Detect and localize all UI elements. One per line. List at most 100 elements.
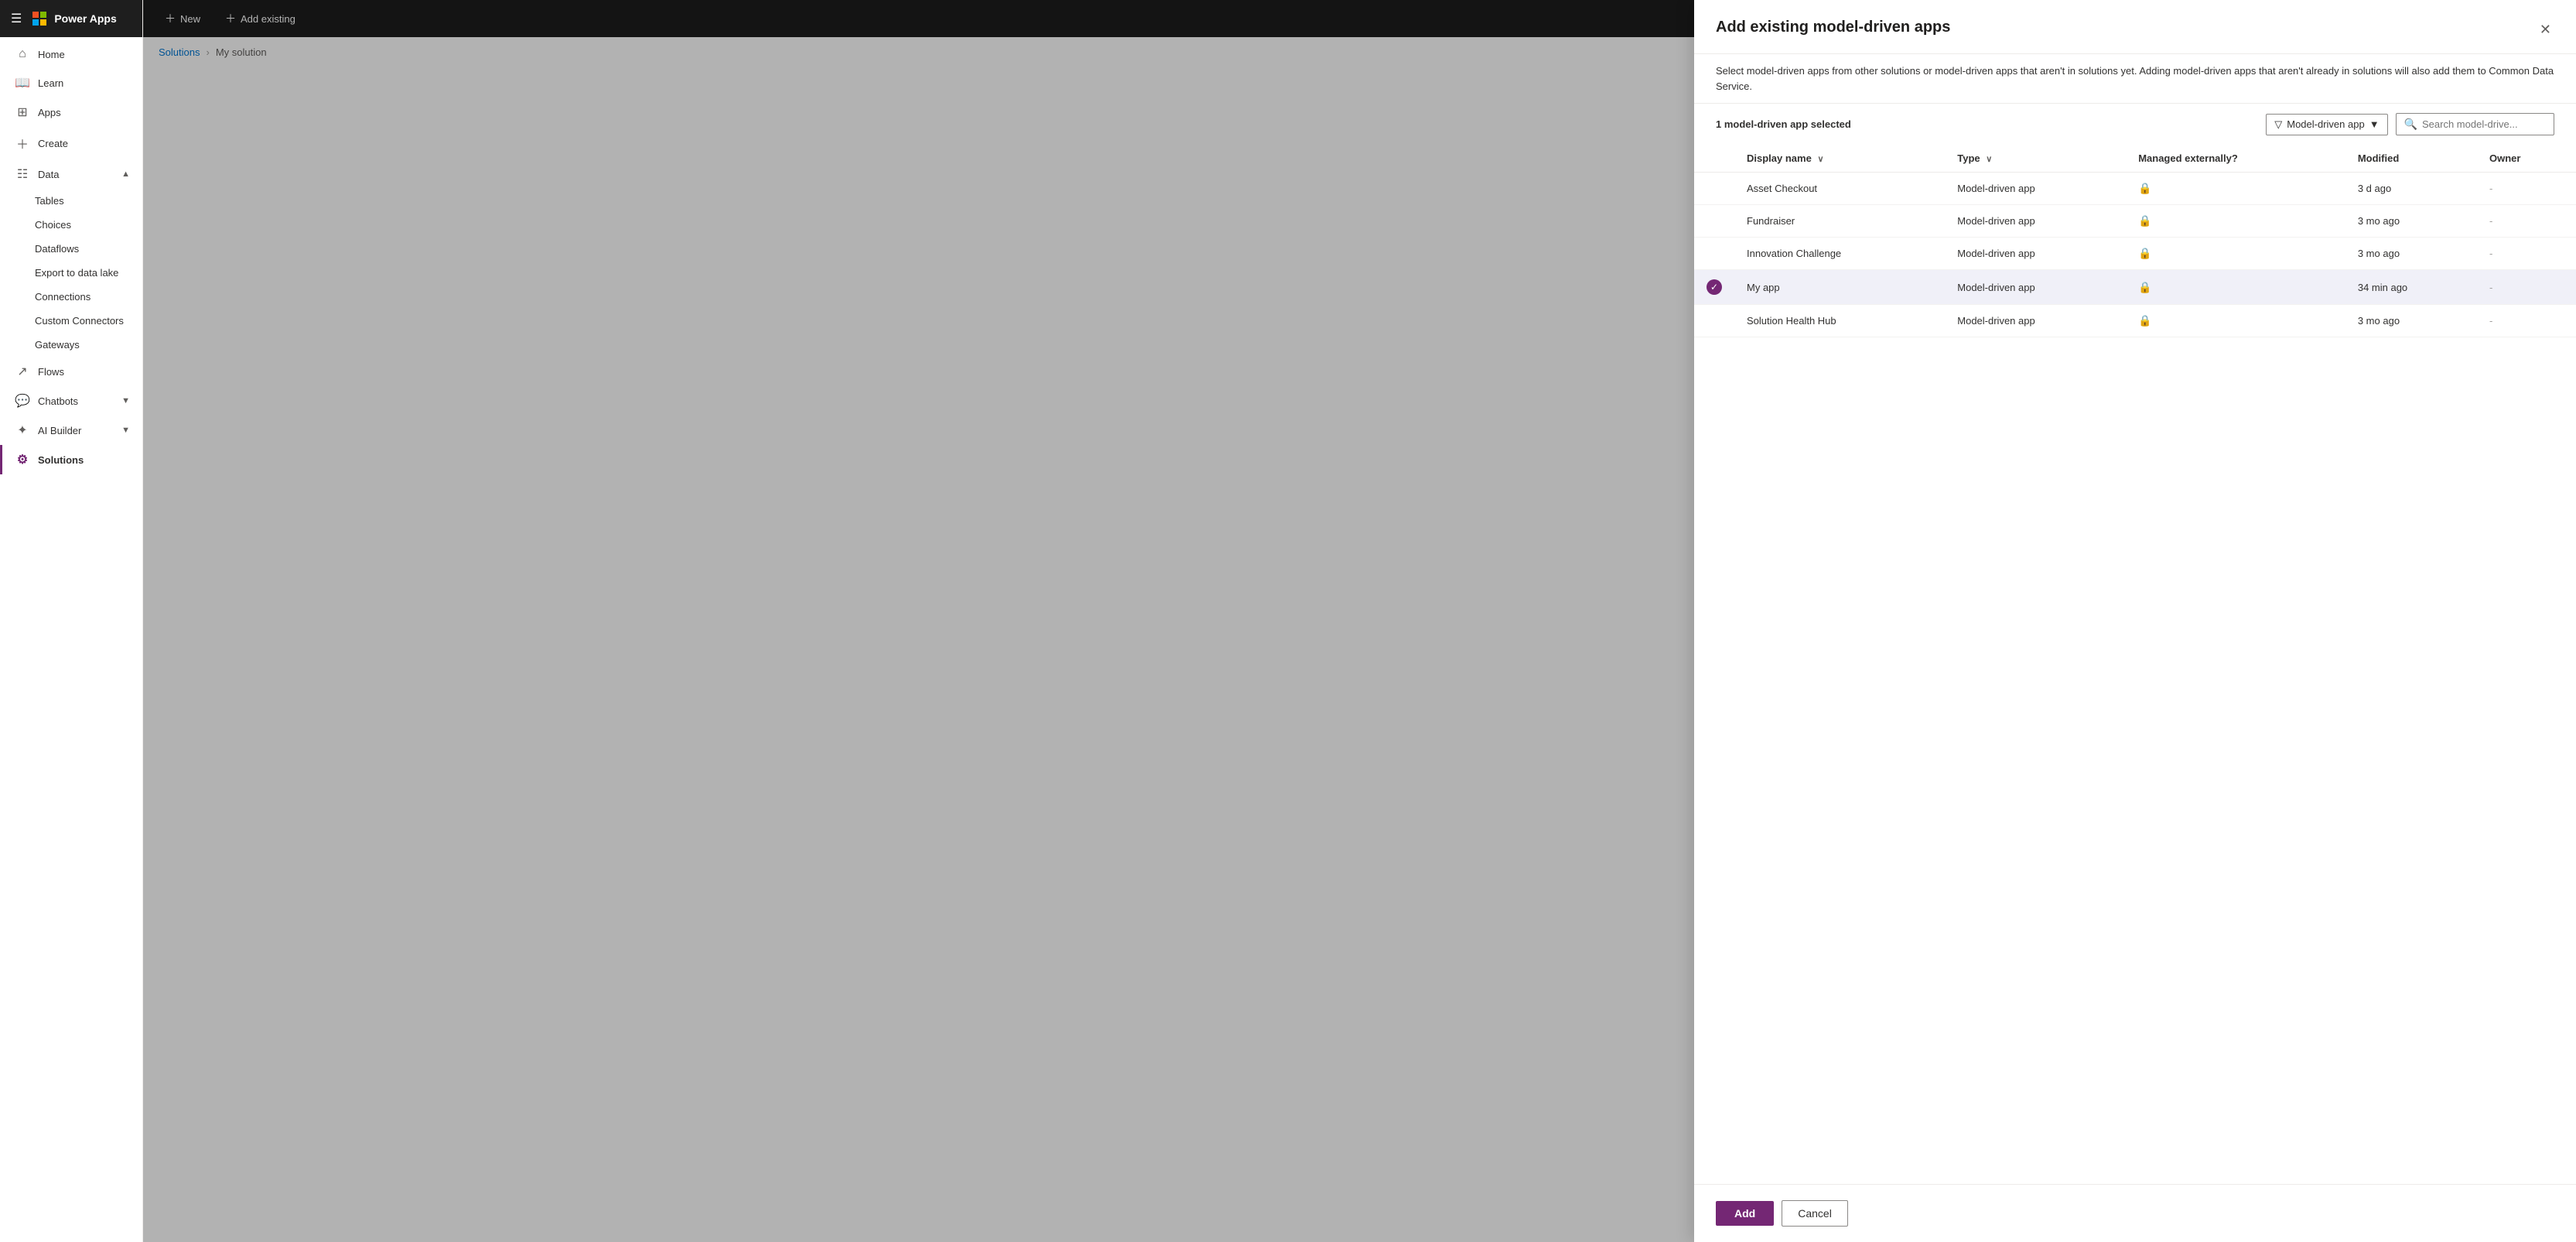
menu-icon[interactable]: ☰ [8,11,25,26]
search-icon: 🔍 [2404,118,2417,131]
sidebar-item-apps[interactable]: ⊞ Apps [0,98,142,127]
row-check[interactable] [1694,238,1734,270]
row-managed: 🔒 [2126,238,2345,270]
apps-table: Display name ∨ Type ∨ Managed externally… [1694,145,2576,337]
table-row[interactable]: Asset Checkout Model-driven app 🔒 3 d ag… [1694,173,2576,205]
row-owner: - [2477,173,2576,205]
sidebar-item-label: Home [38,49,65,60]
filter-icon: ▽ [2274,118,2282,131]
row-managed: 🔒 [2126,270,2345,305]
sidebar-item-label: AI Builder [38,425,81,436]
learn-icon: 📖 [15,75,30,91]
lock-icon: 🔒 [2138,314,2151,327]
chevron-down-icon: ▼ [121,426,130,435]
table-row[interactable]: Solution Health Hub Model-driven app 🔒 3… [1694,305,2576,337]
col-modified: Modified [2345,145,2477,173]
row-type: Model-driven app [1945,205,2126,238]
sidebar-item-custom-connectors[interactable]: Custom Connectors [0,309,142,333]
selected-count: 1 model-driven app selected [1716,118,1851,130]
sidebar-item-data[interactable]: ☷ Data ▲ [0,159,142,189]
sidebar-item-label: Chatbots [38,395,78,407]
chatbots-icon: 💬 [15,393,30,409]
search-input-wrap: 🔍 [2396,113,2554,135]
sidebar-item-ai-builder[interactable]: ✦ AI Builder ▼ [0,416,142,445]
chevron-down-icon: ▼ [2369,118,2380,130]
dialog-table: Display name ∨ Type ∨ Managed externally… [1694,145,2576,1184]
row-owner: - [2477,205,2576,238]
sidebar-item-flows[interactable]: ↗ Flows [0,357,142,386]
sidebar-item-gateways[interactable]: Gateways [0,333,142,357]
row-check[interactable] [1694,173,1734,205]
description-text: Select model-driven apps from other solu… [1716,65,2554,92]
dialog-footer: Add Cancel [1694,1184,2576,1242]
ai-builder-icon: ✦ [15,423,30,438]
sidebar-item-label: Create [38,138,68,149]
filter-search-group: ▽ Model-driven app ▼ 🔍 [2266,113,2554,135]
sidebar-item-home[interactable]: ⌂ Home [0,40,142,68]
row-managed: 🔒 [2126,205,2345,238]
row-owner: - [2477,270,2576,305]
sub-item-label: Tables [35,195,64,207]
sidebar-item-export-data-lake[interactable]: Export to data lake [0,261,142,285]
sort-icon[interactable]: ∨ [1817,155,1823,164]
microsoft-logo [32,12,46,26]
table-row[interactable]: Innovation Challenge Model-driven app 🔒 … [1694,238,2576,270]
sidebar-nav: ⌂ Home 📖 Learn ⊞ Apps ＋ Create ☷ Data ▲ … [0,37,142,477]
home-icon: ⌂ [15,47,30,61]
row-owner: - [2477,305,2576,337]
lock-icon: 🔒 [2138,214,2151,227]
col-managed: Managed externally? [2126,145,2345,173]
row-modified: 3 d ago [2345,173,2477,205]
product-name: Power Apps [54,12,116,25]
create-icon: ＋ [15,134,30,152]
row-check[interactable] [1694,305,1734,337]
row-check[interactable] [1694,205,1734,238]
apps-icon: ⊞ [15,104,30,120]
table-row[interactable]: Fundraiser Model-driven app 🔒 3 mo ago - [1694,205,2576,238]
sidebar-item-label: Data [38,169,59,180]
sort-icon[interactable]: ∨ [1986,155,1992,164]
row-check[interactable]: ✓ [1694,270,1734,305]
chevron-up-icon: ▲ [121,169,130,179]
dialog-panel: Add existing model-driven apps ✕ Select … [1694,0,2576,1242]
lock-icon: 🔒 [2138,281,2151,293]
selected-check-icon: ✓ [1707,279,1722,295]
sidebar-item-label: Flows [38,366,64,378]
sidebar-item-connections[interactable]: Connections [0,285,142,309]
row-display-name: My app [1734,270,1945,305]
sidebar-item-solutions[interactable]: ⚙ Solutions [0,445,142,474]
filter-button[interactable]: ▽ Model-driven app ▼ [2266,114,2387,135]
sidebar-item-choices[interactable]: Choices [0,213,142,237]
sidebar-item-label: Learn [38,77,63,89]
sidebar-header: ☰ Power Apps [0,0,142,37]
row-owner: - [2477,238,2576,270]
add-button[interactable]: Add [1716,1201,1774,1226]
sidebar-item-create[interactable]: ＋ Create [0,127,142,159]
close-button[interactable]: ✕ [2537,19,2554,41]
sub-item-label: Gateways [35,339,80,351]
col-owner: Owner [2477,145,2576,173]
search-input[interactable] [2422,118,2546,130]
dialog-overlay: Add existing model-driven apps ✕ Select … [143,0,2576,1242]
row-type: Model-driven app [1945,270,2126,305]
row-managed: 🔒 [2126,173,2345,205]
row-modified: 3 mo ago [2345,305,2477,337]
row-type: Model-driven app [1945,173,2126,205]
lock-icon: 🔒 [2138,247,2151,259]
table-row[interactable]: ✓ My app Model-driven app 🔒 34 min ago - [1694,270,2576,305]
sidebar-item-dataflows[interactable]: Dataflows [0,237,142,261]
cancel-button[interactable]: Cancel [1782,1200,1848,1227]
sidebar-item-label: Apps [38,107,61,118]
lock-icon: 🔒 [2138,182,2151,194]
sub-item-label: Dataflows [35,243,79,255]
col-type: Type ∨ [1945,145,2126,173]
col-display-name: Display name ∨ [1734,145,1945,173]
row-display-name: Fundraiser [1734,205,1945,238]
sidebar-item-learn[interactable]: 📖 Learn [0,68,142,98]
sidebar-item-tables[interactable]: Tables [0,189,142,213]
sidebar-item-chatbots[interactable]: 💬 Chatbots ▼ [0,386,142,416]
data-icon: ☷ [15,166,30,182]
row-modified: 3 mo ago [2345,205,2477,238]
row-type: Model-driven app [1945,238,2126,270]
dialog-toolbar: 1 model-driven app selected ▽ Model-driv… [1694,104,2576,145]
